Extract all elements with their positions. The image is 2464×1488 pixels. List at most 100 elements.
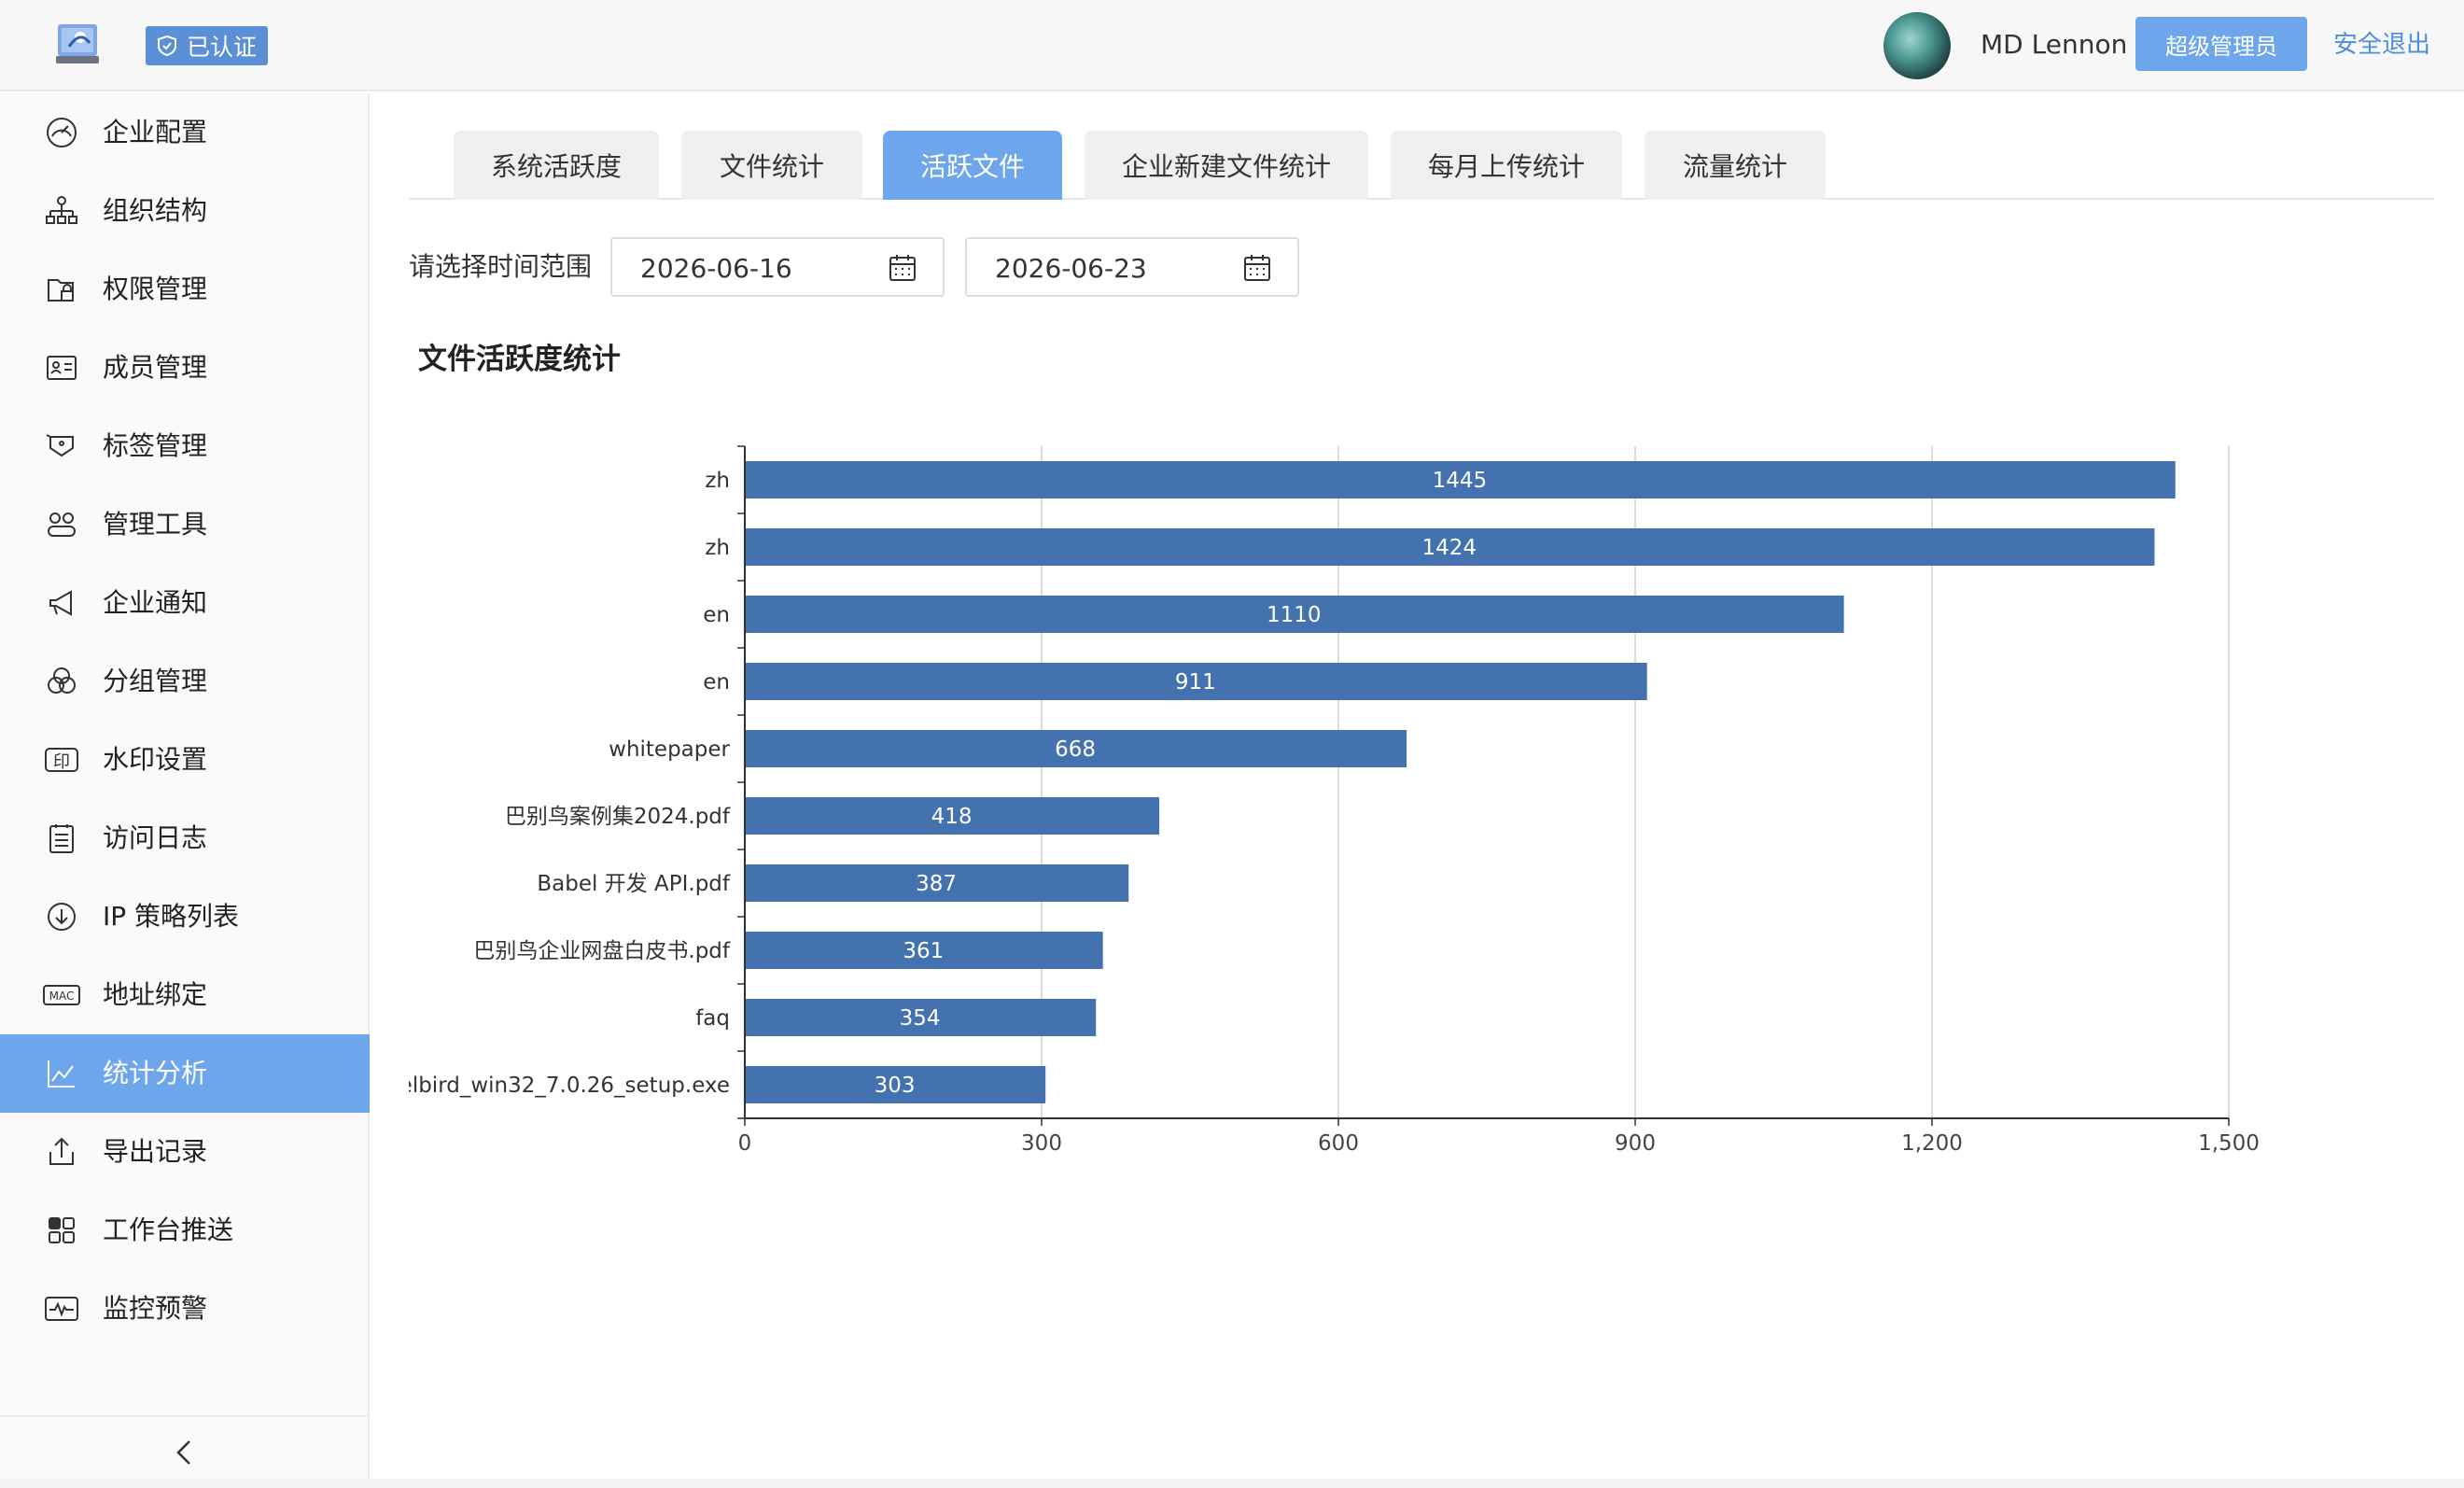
sidebar-item-label: 分组管理	[103, 666, 208, 696]
end-date-field[interactable]	[965, 237, 1299, 297]
id-card-icon	[43, 349, 80, 386]
y-category-label: zh	[705, 469, 730, 493]
stats-tabs: 系统活跃度 文件统计 活跃文件 企业新建文件统计 每月上传统计 流量统计	[409, 129, 2434, 200]
x-tick-label: 1,500	[2198, 1131, 2260, 1156]
log-icon	[43, 820, 80, 857]
app-logo[interactable]	[52, 19, 103, 69]
sidebar-item-label: 权限管理	[103, 274, 208, 304]
sidebar-item-label: 导出记录	[103, 1136, 208, 1167]
end-date-input[interactable]	[995, 250, 1238, 286]
sidebar-item-label: 企业通知	[103, 587, 208, 618]
avatar[interactable]	[1883, 12, 1951, 79]
bar-value-label: 1110	[1267, 603, 1322, 627]
sidebar-item-label: 管理工具	[103, 509, 208, 540]
chart-svg: 0 300 600 900 1,200 1,500 1445 zh 1424 zh 1110 en 91…	[409, 445, 2260, 1156]
y-category-label: zh	[705, 536, 730, 560]
calendar-icon[interactable]	[887, 252, 918, 284]
role-button[interactable]: 超级管理员	[2135, 17, 2307, 71]
sidebar-item-export-records[interactable]: 导出记录	[0, 1113, 370, 1191]
x-tick-label: 300	[1021, 1131, 1062, 1156]
export-icon	[43, 1133, 80, 1171]
x-tick-label: 900	[1615, 1131, 1656, 1156]
y-category-label: en	[703, 670, 730, 695]
x-tick-label: 1,200	[1901, 1131, 1963, 1156]
mac-icon: MAC	[43, 976, 80, 1014]
chevron-left-icon	[176, 1440, 190, 1465]
sidebar-item-label: 统计分析	[103, 1058, 208, 1088]
download-circle-icon	[43, 898, 80, 935]
mac-icon-text: MAC	[49, 990, 75, 1003]
sidebar-item-org-structure[interactable]: 组织结构	[0, 172, 370, 250]
tab-new-files[interactable]: 企业新建文件统计	[1085, 131, 1368, 200]
tools-icon	[43, 506, 80, 543]
sidebar-item-label: 组织结构	[103, 195, 208, 226]
sidebar-item-workbench-push[interactable]: 工作台推送	[0, 1191, 370, 1270]
megaphone-icon	[43, 584, 80, 622]
group-circles-icon	[43, 663, 80, 700]
sidebar-item-watermark[interactable]: 印 水印设置	[0, 721, 370, 799]
sidebar-item-ip-policy[interactable]: IP 策略列表	[0, 877, 370, 956]
sidebar-item-statistics[interactable]: 统计分析	[0, 1034, 370, 1113]
tab-traffic[interactable]: 流量统计	[1645, 131, 1826, 200]
certified-badge: 已认证	[146, 26, 269, 65]
org-chart-icon	[43, 192, 80, 230]
sidebar-item-label: 标签管理	[103, 430, 208, 461]
sidebar-item-tags[interactable]: 标签管理	[0, 407, 370, 485]
sidebar: 企业配置 组织结构 权限管理 成员管理 标签管理 管理工具 企业通知 分组管理 …	[0, 93, 370, 1488]
y-category-label: faq	[695, 1006, 730, 1031]
sidebar-item-label: 访问日志	[103, 822, 208, 853]
bar-value-label: 354	[900, 1006, 941, 1031]
y-category-label: 巴别鸟案例集2024.pdf	[505, 805, 731, 829]
sidebar-item-groups[interactable]: 分组管理	[0, 642, 370, 721]
gauge-icon	[43, 114, 80, 151]
y-category-label: whitepaper	[609, 737, 730, 762]
logout-link[interactable]: 安全退出	[2333, 26, 2430, 63]
lock-folder-icon	[43, 271, 80, 308]
tab-monthly-upload[interactable]: 每月上传统计	[1391, 131, 1622, 200]
stamp-icon: 印	[43, 741, 80, 779]
grid-icon	[43, 1212, 80, 1249]
sidebar-item-label: 成员管理	[103, 352, 208, 383]
sidebar-item-admin-tools[interactable]: 管理工具	[0, 485, 370, 564]
y-category-label: Babel 开发 API.pdf	[537, 872, 731, 896]
start-date-input[interactable]	[640, 250, 883, 286]
tab-file-stats[interactable]: 文件统计	[681, 131, 862, 200]
calendar-icon[interactable]	[1241, 252, 1273, 284]
sidebar-item-access-log[interactable]: 访问日志	[0, 799, 370, 877]
bar-value-label: 1445	[1433, 469, 1488, 493]
sidebar-item-monitoring[interactable]: 监控预警	[0, 1270, 370, 1348]
date-range-label: 请选择时间范围	[409, 251, 593, 282]
start-date-field[interactable]	[610, 237, 945, 297]
sidebar-item-address-binding[interactable]: MAC 地址绑定	[0, 956, 370, 1034]
sidebar-item-members[interactable]: 成员管理	[0, 329, 370, 407]
stamp-icon-text: 印	[53, 752, 70, 772]
monitor-icon	[43, 1290, 80, 1327]
sidebar-item-label: 水印设置	[103, 744, 208, 775]
bar-value-label: 668	[1055, 737, 1096, 762]
x-tick-label: 0	[738, 1131, 752, 1156]
y-category-label: babelbird_win32_7.0.26_setup.exe	[409, 1074, 730, 1098]
bar-value-label: 361	[903, 939, 944, 963]
bar-value-label: 1424	[1421, 536, 1477, 560]
certified-label: 已认证	[187, 34, 258, 61]
sidebar-item-enterprise-config[interactable]: 企业配置	[0, 93, 370, 172]
sidebar-item-label: 企业配置	[103, 117, 208, 147]
chart-title: 文件活跃度统计	[418, 343, 621, 376]
page-footer-strip	[0, 1479, 2464, 1488]
sidebar-item-label: 工作台推送	[103, 1214, 234, 1245]
shield-check-icon	[158, 35, 176, 57]
sidebar-item-notices[interactable]: 企业通知	[0, 564, 370, 642]
sidebar-item-label: IP 策略列表	[103, 901, 240, 932]
file-activity-chart: 0 300 600 900 1,200 1,500 1445 zh 1424 zh 1110 en 91…	[409, 426, 2275, 1172]
tab-active-files[interactable]: 活跃文件	[883, 131, 1062, 200]
tag-icon	[43, 428, 80, 465]
sidebar-item-label: 监控预警	[103, 1293, 208, 1324]
tab-system-activity[interactable]: 系统活跃度	[454, 131, 659, 200]
bar-value-label: 911	[1175, 670, 1216, 695]
sidebar-collapse-button[interactable]	[0, 1415, 370, 1488]
sidebar-item-label: 地址绑定	[103, 979, 208, 1010]
sidebar-item-permissions[interactable]: 权限管理	[0, 250, 370, 329]
chart-icon	[43, 1055, 80, 1092]
x-tick-label: 600	[1318, 1131, 1359, 1156]
bar-value-label: 303	[875, 1074, 916, 1098]
